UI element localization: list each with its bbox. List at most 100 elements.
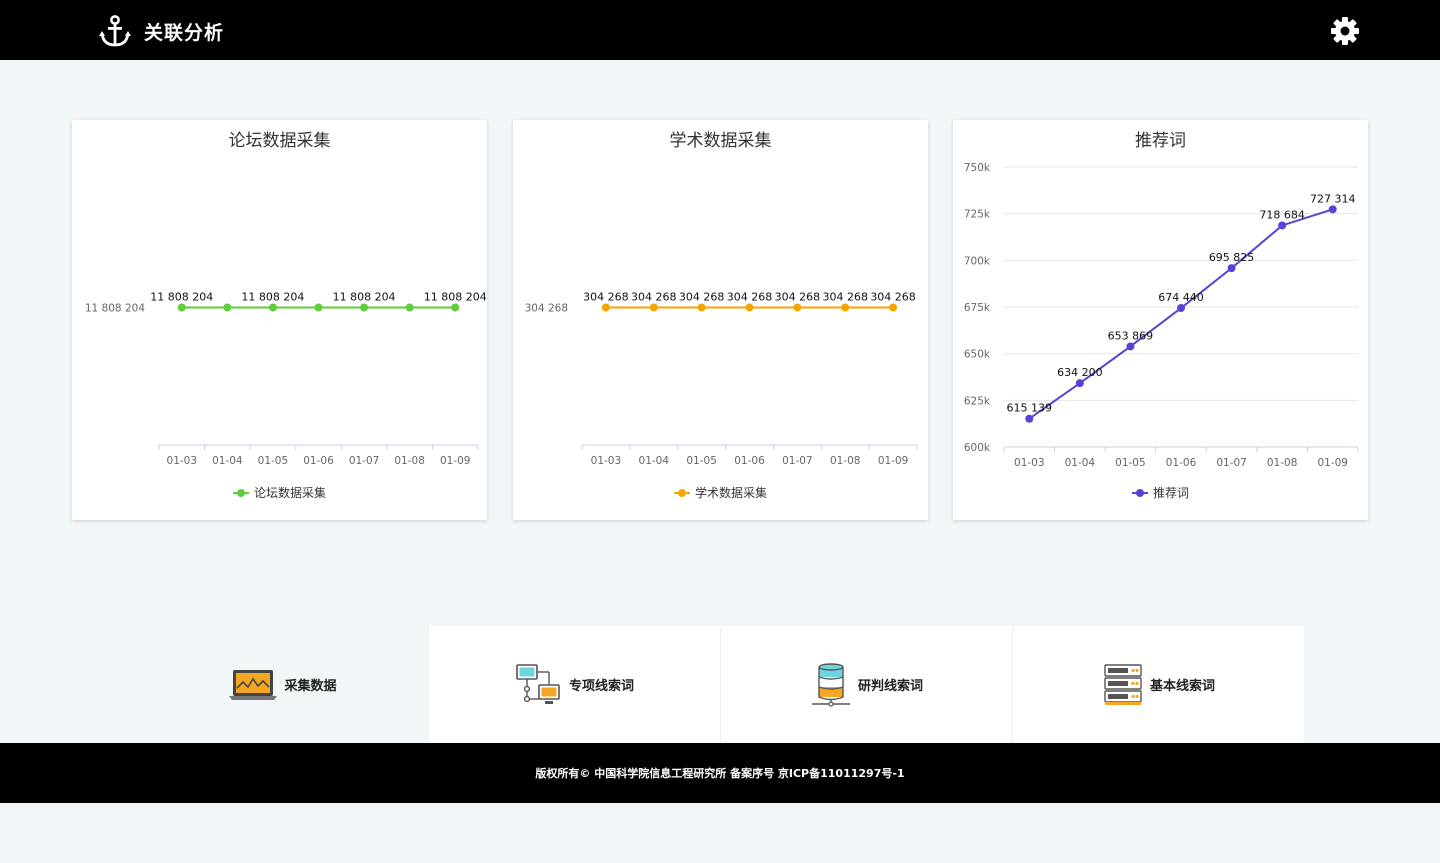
x-axis-tick-label: 01-09: [1317, 457, 1348, 469]
academic-line-chart: 304 268 01-03 01-04 01-05 01-06 01-07 01-08 01-…: [525, 291, 918, 467]
data-point: [793, 303, 802, 312]
forum-line-chart: 11 808 204 01-03 01-04 01-05 01-06 01-07 01-08…: [85, 291, 487, 468]
nav-collect-data[interactable]: 采集数据: [137, 626, 428, 743]
laptop-chart-icon: [229, 669, 278, 700]
x-axis-tick-label: 01-04: [639, 455, 670, 467]
legend-marker: [232, 488, 249, 498]
data-point: [601, 303, 610, 312]
data-point: [314, 303, 323, 312]
gear-icon[interactable]: [1330, 16, 1360, 46]
data-label: 11 808 204: [150, 291, 213, 304]
data-label: 304 268: [870, 291, 916, 304]
nav-special-clue-words[interactable]: 专项线索词: [428, 626, 720, 743]
x-axis-tick-label: 01-03: [167, 455, 198, 467]
data-point: [889, 303, 898, 312]
y-axis-tick-label: 625k: [964, 395, 991, 407]
data-point: [1328, 205, 1337, 214]
x-axis-tick-label: 01-07: [349, 455, 380, 467]
data-label: 304 268: [727, 291, 773, 304]
data-label: 304 268: [583, 291, 629, 304]
data-point: [177, 303, 186, 312]
x-axis-tick-label: 01-07: [1216, 457, 1247, 469]
x-axis-tick-label: 01-08: [830, 455, 861, 467]
x-axis-tick-label: 01-06: [734, 455, 765, 467]
anchor-icon: [99, 15, 131, 47]
data-label: 615 139: [1007, 402, 1053, 415]
legend-label: 推荐词: [1152, 486, 1189, 500]
nav-label: 基本线索词: [1149, 679, 1215, 694]
data-label: 304 268: [775, 291, 821, 304]
data-point: [223, 303, 232, 312]
brand-home-link[interactable]: 关联分析: [98, 14, 224, 48]
chart-legend[interactable]: 推荐词: [953, 484, 1368, 501]
chart-title: 推荐词: [1135, 131, 1186, 151]
x-axis-tick-label: 01-05: [686, 455, 717, 467]
x-axis-tick-label: 01-05: [258, 455, 289, 467]
chart-title: 论坛数据采集: [228, 131, 331, 151]
x-axis-tick-label: 01-04: [212, 455, 243, 467]
data-point: [360, 303, 369, 312]
data-label: 11 808 204: [424, 291, 487, 304]
legend-marker: [673, 488, 690, 498]
chart-legend[interactable]: 学术数据采集: [513, 484, 928, 501]
data-point: [1126, 342, 1135, 351]
nav-label: 采集数据: [284, 679, 337, 694]
data-label: 11 808 204: [241, 291, 304, 304]
data-label: 634 200: [1057, 366, 1103, 379]
data-label: 304 268: [822, 291, 868, 304]
x-axis-tick-label: 01-08: [394, 455, 425, 467]
y-axis-tick-label: 700k: [964, 255, 991, 267]
data-point: [841, 303, 850, 312]
data-point: [1177, 304, 1185, 313]
y-axis-tick-label: 675k: [964, 302, 991, 314]
data-label: 695 825: [1209, 251, 1255, 264]
y-axis-tick-label: 600k: [964, 442, 991, 454]
data-label: 304 268: [679, 291, 725, 304]
data-point: [1278, 221, 1287, 230]
function-nav: 采集数据 专项线索词 研判线索词 基本线索词: [137, 626, 1304, 743]
x-axis-tick-label: 01-08: [1267, 457, 1298, 469]
data-point: [745, 303, 754, 312]
x-axis-tick-label: 01-09: [440, 455, 471, 467]
data-point: [1227, 264, 1236, 273]
app-title: 关联分析: [144, 21, 225, 44]
data-label: 718 684: [1259, 208, 1305, 221]
x-axis-tick-label: 01-07: [782, 455, 813, 467]
data-point: [649, 303, 658, 312]
x-axis-tick-label: 01-05: [1115, 457, 1146, 469]
recommended-line-chart: 750k 725k 700k 675k 650k 625k 600k 01-03 01-04 01…: [964, 162, 1359, 469]
x-axis-tick-label: 01-06: [303, 455, 334, 467]
y-axis-tick-label: 304 268: [525, 303, 568, 315]
data-point: [405, 303, 414, 312]
x-axis-tick-label: 01-03: [1014, 457, 1045, 469]
database-icon: [811, 662, 850, 707]
data-point: [697, 303, 706, 312]
chart-card-forum: 11 808 204 01-03 01-04 01-05 01-06 01-07 01-08…: [72, 120, 487, 520]
chart-legend[interactable]: 论坛数据采集: [72, 484, 487, 501]
legend-label: 学术数据采集: [694, 486, 767, 500]
nav-judgment-clue-words[interactable]: 研判线索词: [720, 626, 1012, 743]
data-point: [451, 303, 460, 312]
top-bar: 关联分析: [0, 0, 1440, 60]
data-label: 653 869: [1108, 329, 1154, 342]
network-computers-icon: [516, 663, 560, 704]
x-axis-tick-label: 01-06: [1166, 457, 1197, 469]
chart-title: 学术数据采集: [669, 131, 772, 151]
y-axis-tick-label: 725k: [964, 209, 991, 221]
chart-card-recommended: 750k 725k 700k 675k 650k 625k 600k 01-03 01-04 01…: [953, 120, 1368, 520]
data-label: 11 808 204: [333, 291, 396, 304]
data-label: 674 440: [1158, 291, 1204, 304]
series-line: [1028, 208, 1334, 420]
nav-basic-clue-words[interactable]: 基本线索词: [1012, 626, 1304, 743]
y-axis-tick-label: 650k: [964, 349, 991, 361]
legend-label: 论坛数据采集: [253, 486, 326, 500]
x-axis-tick-label: 01-03: [591, 455, 622, 467]
x-axis-tick-label: 01-09: [878, 455, 909, 467]
data-point: [268, 303, 277, 312]
data-label: 727 314: [1310, 192, 1356, 205]
chart-card-academic: 304 268 01-03 01-04 01-05 01-06 01-07 01-08 01-…: [513, 120, 928, 520]
data-label: 304 268: [631, 291, 677, 304]
footer-copyright: 版权所有© 中国科学院信息工程研究所 备案序号 京ICP备11011297号-1: [535, 767, 905, 780]
data-point: [1075, 379, 1084, 388]
nav-label: 专项线索词: [568, 679, 634, 694]
